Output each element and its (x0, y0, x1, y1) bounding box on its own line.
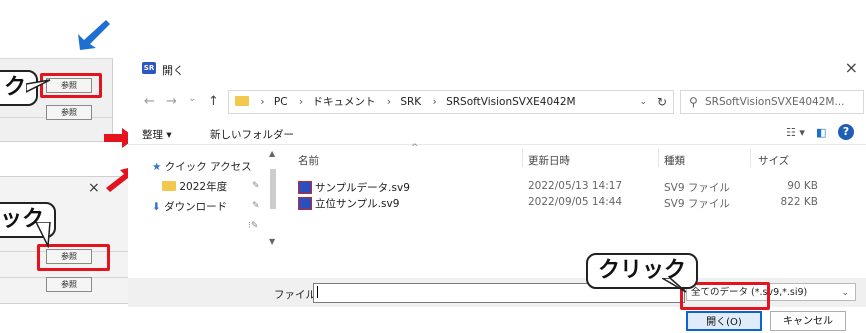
nav-item-label: 2022年度 (179, 181, 228, 193)
recent-locations-icon[interactable]: ⌄ (188, 93, 196, 104)
breadcrumb-folder[interactable]: SRSoftVisionSVXE4042M (446, 96, 575, 108)
app-icon: SR (142, 62, 156, 74)
breadcrumb-documents[interactable]: ドキュメント (312, 96, 375, 108)
open-button[interactable]: 開く(O) (686, 311, 762, 331)
search-placeholder: SRSoftVisionSVXE4042M... (705, 96, 845, 108)
nav-item-label: ダウンロード (164, 201, 228, 213)
scroll-up-icon[interactable]: ▲ (269, 149, 275, 158)
download-icon: ⬇ (152, 201, 161, 213)
organize-menu[interactable]: 整理 ▾ (142, 127, 172, 142)
navigation-bar: ← → ⌄ ↑ › PC › ドキュメント › SRK › SRSoftVisi… (128, 90, 866, 114)
breadcrumb-pc[interactable]: PC (274, 96, 288, 108)
callout-pointer (26, 79, 51, 93)
nav-item-label: クイック アクセス (164, 161, 252, 173)
callout-pointer (35, 222, 51, 248)
breadcrumb-separator: › (298, 96, 304, 108)
pin-icon: ✎ (252, 201, 260, 211)
folder-icon (162, 181, 176, 191)
up-arrow-icon[interactable]: ↑ (208, 94, 219, 109)
column-divider (658, 149, 659, 167)
column-divider (750, 149, 751, 167)
breadcrumb-separator: › (432, 96, 437, 108)
sv9-file-icon (298, 180, 312, 194)
callout-pointer (662, 278, 687, 293)
dialog-title: 開く (162, 64, 184, 77)
help-icon[interactable]: ? (838, 124, 854, 140)
file-modified: 2022/09/05 14:44 (528, 196, 623, 208)
file-type: SV9 ファイル (664, 182, 730, 194)
view-options-icon[interactable]: ☷ ▾ (786, 126, 805, 139)
breadcrumb-separator: › (260, 96, 265, 108)
open-file-dialog: SR 開く × ← → ⌄ ↑ › PC › ドキュメント › SRK › SR… (128, 52, 866, 331)
file-name: 立位サンプル.sv9 (315, 198, 400, 210)
cancel-button[interactable]: キャンセル (770, 311, 846, 331)
folder-icon (235, 96, 249, 106)
file-size: 90 KB (787, 180, 818, 192)
toolbar: 整理 ▾ 新しいフォルダー ☷ ▾ ◧ ? (128, 124, 866, 144)
preview-pane-icon[interactable]: ◧ (816, 126, 826, 139)
chevron-down-icon: ⌄ (841, 288, 849, 298)
column-header-modified[interactable]: 更新日時 (528, 153, 570, 168)
column-header-size[interactable]: サイズ (758, 153, 789, 168)
back-arrow-icon[interactable]: ← (144, 94, 155, 109)
column-header-name[interactable]: 名前 (298, 153, 319, 168)
pin-icon: ⁝✎ (248, 221, 259, 231)
column-divider (522, 149, 523, 167)
nav-scrollbar[interactable]: ▲ ▼ (269, 149, 277, 249)
navigation-pane: ★ クイック アクセス 2022年度 ✎ ⬇ ダウンロード ✎ ⁝✎ ▲ ▼ (128, 145, 276, 255)
highlight-box-bottom (37, 244, 110, 271)
file-list: ^ 名前 更新日時 種類 サイズ サンプルデータ.sv9 2022/05/13 … (288, 143, 866, 255)
nav-item-quick-access[interactable]: ★ クイック アクセス (152, 159, 252, 174)
star-icon: ★ (152, 161, 162, 173)
file-size: 822 KB (780, 196, 818, 208)
close-icon[interactable]: × (88, 180, 100, 196)
refresh-icon[interactable]: ↻ (657, 91, 667, 113)
scroll-thumb[interactable] (270, 169, 276, 209)
file-row[interactable]: 立位サンプル.sv9 2022/09/05 14:44 SV9 ファイル 822… (288, 195, 866, 211)
blue-arrow-icon (78, 20, 110, 50)
file-row[interactable]: サンプルデータ.sv9 2022/05/13 14:17 SV9 ファイル 90… (288, 179, 866, 195)
forward-arrow-icon[interactable]: → (166, 94, 177, 109)
breadcrumb-separator: › (386, 96, 391, 108)
nav-item-2022[interactable]: 2022年度 (162, 179, 227, 194)
nav-item-downloads[interactable]: ⬇ ダウンロード (152, 199, 227, 214)
file-browser: ★ クイック アクセス 2022年度 ✎ ⬇ ダウンロード ✎ ⁝✎ ▲ ▼ ^… (128, 143, 866, 279)
title-bar: SR 開く × (128, 52, 866, 84)
file-modified: 2022/05/13 14:17 (528, 180, 623, 192)
address-bar[interactable]: › PC › ドキュメント › SRK › SRSoftVisionSVXE40… (228, 90, 674, 114)
browse-button-top-2[interactable]: 参照 (46, 105, 92, 120)
search-box[interactable]: ⚲ SRSoftVisionSVXE4042M... (680, 90, 864, 114)
file-type: SV9 ファイル (664, 198, 730, 210)
search-icon: ⚲ (689, 95, 698, 109)
breadcrumb-srk[interactable]: SRK (400, 96, 421, 108)
text-caret (317, 286, 318, 298)
close-icon[interactable]: × (845, 58, 858, 77)
sv9-file-icon (298, 196, 312, 210)
pin-icon: ✎ (252, 181, 260, 191)
scroll-down-icon[interactable]: ▼ (269, 237, 275, 246)
new-folder-button[interactable]: 新しいフォルダー (210, 127, 294, 142)
chevron-down-icon[interactable]: ⌄ (639, 91, 647, 113)
file-name: サンプルデータ.sv9 (315, 182, 410, 194)
column-header-type[interactable]: 種類 (664, 153, 685, 168)
sort-ascending-icon: ^ (411, 143, 419, 153)
browse-button-bottom-2[interactable]: 参照 (46, 277, 92, 292)
